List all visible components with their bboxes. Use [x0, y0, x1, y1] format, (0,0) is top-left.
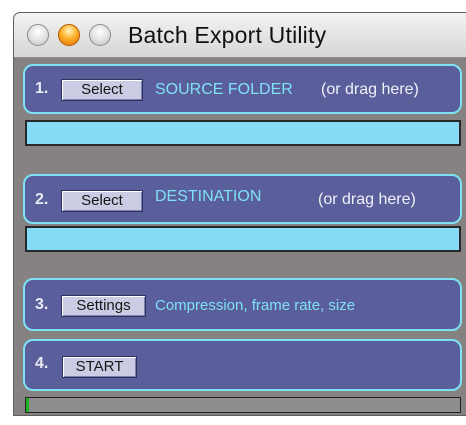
step-number: 2. — [35, 191, 49, 208]
destination-field[interactable] — [25, 226, 461, 252]
progress-bar — [25, 397, 461, 413]
minimize-window-button[interactable] — [58, 24, 80, 46]
window-title: Batch Export Utility — [128, 22, 327, 48]
zoom-window-button[interactable] — [89, 24, 111, 46]
start-button[interactable]: START — [62, 356, 137, 378]
select-destination-button[interactable]: Select — [61, 190, 143, 212]
close-window-button[interactable] — [27, 24, 49, 46]
step-number: 4. — [35, 355, 49, 372]
settings-description: Compression, frame rate, size — [155, 297, 356, 314]
source-folder-panel: 1. Select SOURCE FOLDER (or drag here) — [23, 64, 462, 114]
step-number: 3. — [35, 296, 49, 313]
source-folder-label: SOURCE FOLDER — [155, 81, 293, 98]
destination-panel: 2. Select DESTINATION (or drag here) — [23, 174, 462, 224]
start-panel: 4. START — [23, 339, 462, 391]
step-number: 1. — [35, 80, 49, 97]
drag-hint: (or drag here) — [321, 81, 419, 98]
drag-hint: (or drag here) — [318, 191, 416, 208]
progress-fill — [26, 398, 29, 412]
source-folder-field[interactable] — [25, 120, 461, 146]
destination-label: DESTINATION — [155, 188, 262, 205]
title-bar[interactable]: Batch Export Utility — [14, 13, 466, 58]
settings-button[interactable]: Settings — [61, 295, 146, 317]
select-source-button[interactable]: Select — [61, 79, 143, 101]
app-window: Batch Export Utility 1. Select SOURCE FO… — [13, 12, 466, 416]
settings-panel: 3. Settings Compression, frame rate, siz… — [23, 278, 462, 331]
